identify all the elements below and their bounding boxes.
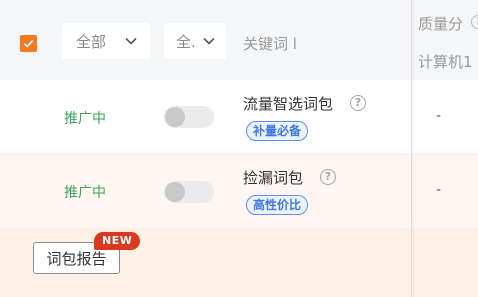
quality-score-value: - [436, 108, 442, 124]
help-icon[interactable]: ? [350, 95, 366, 111]
toggle-knob [165, 107, 185, 127]
quality-score-value: - [436, 182, 442, 198]
keyword-package-name: 流量智选词包 [243, 95, 334, 113]
quality-score-column-header: 质量分 [418, 15, 464, 33]
toggle-knob [165, 182, 185, 202]
status-filter-value: 全部 [76, 33, 107, 51]
chevron-down-icon [203, 37, 215, 45]
help-icon[interactable]: ? [471, 15, 478, 29]
row-toggle[interactable] [164, 181, 214, 203]
check-icon [23, 40, 34, 48]
secondary-filter-select[interactable]: 全. [164, 23, 226, 59]
status-filter-select[interactable]: 全部 [62, 23, 150, 59]
select-all-checkbox[interactable] [20, 35, 37, 52]
row-status: 推广中 [64, 111, 106, 127]
chevron-down-icon [125, 37, 137, 45]
frozen-column-shadow [411, 0, 415, 297]
keyword-column-header: 关键词 l [243, 35, 297, 53]
package-tag: 补量必备 [246, 121, 309, 141]
new-badge: NEW [94, 232, 141, 250]
package-tag: 高性价比 [246, 195, 309, 215]
row-toggle[interactable] [164, 106, 214, 128]
row-status: 推广中 [64, 185, 106, 201]
secondary-filter-value: 全. [176, 33, 196, 51]
device-column-header: 计算机1 [418, 53, 473, 71]
keyword-package-name: 捡漏词包 [243, 169, 304, 187]
help-icon[interactable]: ? [320, 169, 336, 185]
